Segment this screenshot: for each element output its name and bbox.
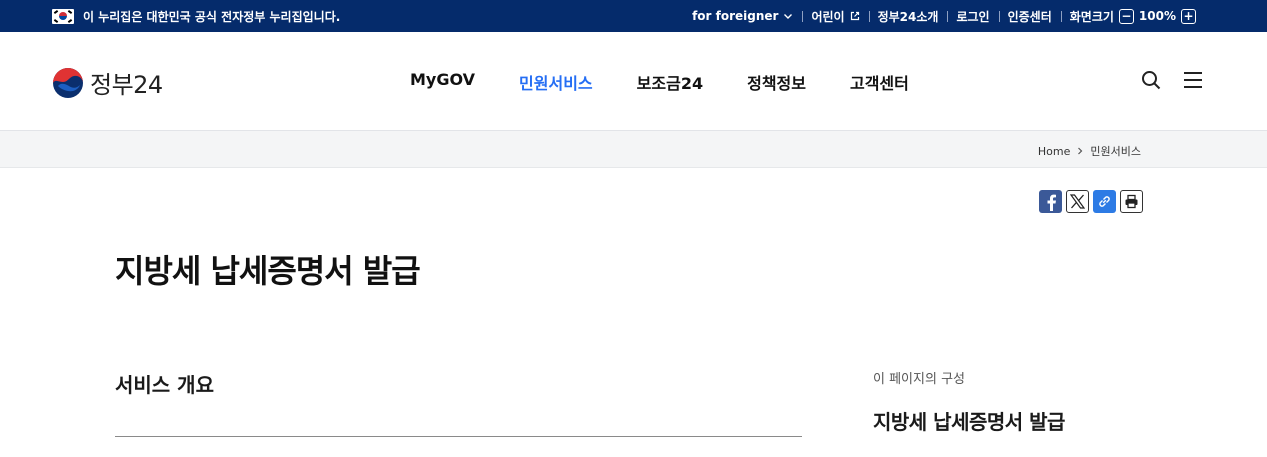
gov-emblem-icon xyxy=(53,67,83,98)
x-share-button[interactable] xyxy=(1066,190,1089,213)
logo-text: 정부24 xyxy=(90,71,163,99)
menu-icon[interactable] xyxy=(1183,71,1203,89)
nav-subsidy[interactable]: 보조금24 xyxy=(637,70,703,94)
zoom-out-button[interactable]: − xyxy=(1118,8,1134,24)
facebook-share-button[interactable] xyxy=(1039,190,1062,213)
kids-label: 어린이 xyxy=(811,9,845,24)
foreigner-menu[interactable]: for foreigner xyxy=(683,9,802,23)
gov-notice-text: 이 누리집은 대한민국 공식 전자정부 누리집입니다. xyxy=(83,9,341,24)
chevron-down-icon xyxy=(784,14,793,19)
header-actions xyxy=(1141,70,1203,90)
zoom-value: 100% xyxy=(1138,9,1176,23)
zoom-in-button[interactable]: + xyxy=(1181,8,1196,24)
printer-icon xyxy=(1125,194,1138,209)
breadcrumb: Home 민원서비스 xyxy=(1038,143,1141,159)
section-divider xyxy=(115,436,802,437)
gov-notice-bar: 이 누리집은 대한민국 공식 전자정부 누리집입니다. for foreigne… xyxy=(0,0,1267,32)
nav-mygov[interactable]: MyGOV xyxy=(410,70,475,94)
toc-label: 이 페이지의 구성 xyxy=(873,372,965,387)
cert-center-label: 인증센터 xyxy=(1007,9,1052,24)
zoom-control: 화면크기 − 100% + xyxy=(1060,8,1205,25)
cert-center-link[interactable]: 인증센터 xyxy=(998,8,1061,25)
zoom-label: 화면크기 xyxy=(1069,9,1114,24)
gov-notice: 이 누리집은 대한민국 공식 전자정부 누리집입니다. xyxy=(52,0,340,32)
x-logo-icon xyxy=(1070,194,1085,209)
breadcrumb-current[interactable]: 민원서비스 xyxy=(1090,143,1141,159)
main-nav: MyGOV 민원서비스 보조금24 정책정보 고객센터 xyxy=(410,70,953,94)
share-buttons xyxy=(1039,190,1143,213)
about-label: 정부24소개 xyxy=(877,9,939,24)
chevron-right-icon xyxy=(1078,147,1083,155)
about-link[interactable]: 정부24소개 xyxy=(868,8,948,25)
site-logo[interactable]: 정부24 xyxy=(52,65,163,100)
foreigner-label: for foreigner xyxy=(692,9,779,23)
login-link[interactable]: 로그인 xyxy=(947,8,998,25)
print-button[interactable] xyxy=(1120,190,1143,213)
toc-item-title[interactable]: 지방세 납세증명서 발급 xyxy=(873,406,1065,435)
nav-customer-center[interactable]: 고객센터 xyxy=(850,70,909,94)
utility-menu: for foreigner 어린이 정부24소개 로그인 인증센터 화면크기 −… xyxy=(683,0,1205,32)
breadcrumb-band: Home 민원서비스 xyxy=(0,131,1267,168)
copy-link-button[interactable] xyxy=(1093,190,1116,213)
kids-link[interactable]: 어린이 xyxy=(802,8,868,25)
nav-civil-service[interactable]: 민원서비스 xyxy=(519,70,593,94)
page-title: 지방세 납세증명서 발급 xyxy=(115,252,421,290)
section-title-overview: 서비스 개요 xyxy=(115,373,214,397)
link-icon xyxy=(1099,196,1110,207)
search-icon[interactable] xyxy=(1141,70,1161,90)
site-header: 정부24 MyGOV 민원서비스 보조금24 정책정보 고객센터 xyxy=(0,32,1267,131)
korean-flag-icon xyxy=(52,8,74,24)
facebook-icon xyxy=(1047,194,1056,211)
login-label: 로그인 xyxy=(956,9,990,24)
breadcrumb-home[interactable]: Home xyxy=(1038,145,1070,158)
external-link-icon xyxy=(850,11,859,21)
nav-policy-info[interactable]: 정책정보 xyxy=(747,70,806,94)
